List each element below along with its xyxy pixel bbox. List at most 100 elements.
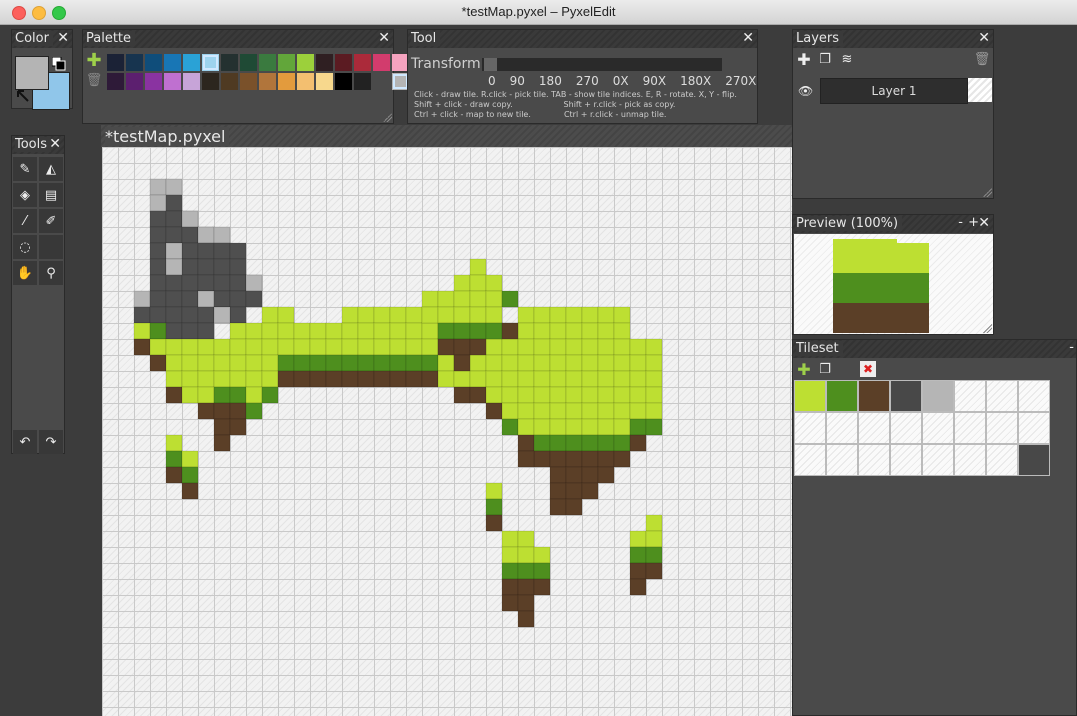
tileset-tile[interactable] bbox=[794, 380, 826, 412]
palette-swatch[interactable] bbox=[107, 73, 124, 90]
palette-swatch[interactable] bbox=[183, 73, 200, 90]
palette-swatch[interactable] bbox=[297, 73, 314, 90]
palette-swatch[interactable] bbox=[240, 73, 257, 90]
copy-tile-icon[interactable]: ❐ bbox=[816, 361, 834, 379]
palette-swatch[interactable] bbox=[259, 54, 276, 71]
fill-icon[interactable]: ◈ bbox=[13, 183, 37, 207]
tileset-tile[interactable] bbox=[890, 444, 922, 476]
palette-swatch[interactable] bbox=[259, 73, 276, 90]
tileset-tile[interactable] bbox=[954, 412, 986, 444]
palette-swatch[interactable] bbox=[335, 54, 352, 71]
tileset-tile[interactable] bbox=[986, 444, 1018, 476]
angle-option[interactable]: 90X bbox=[643, 74, 667, 88]
angle-option[interactable]: 90 bbox=[510, 74, 525, 88]
layer-row[interactable]: 👁 Layer 1 bbox=[794, 78, 992, 104]
merge-layer-icon[interactable]: ≋ bbox=[838, 51, 856, 69]
angle-option[interactable]: 270 bbox=[576, 74, 599, 88]
delete-color-icon[interactable]: 🗑 bbox=[85, 72, 103, 90]
palette-swatch[interactable] bbox=[278, 73, 295, 90]
tools-panel-close-icon[interactable]: ✕ bbox=[49, 136, 61, 152]
palette-swatch[interactable] bbox=[373, 54, 390, 71]
tool-panel-close-icon[interactable]: ✕ bbox=[742, 30, 754, 46]
brush-icon[interactable]: ✐ bbox=[39, 209, 63, 233]
add-tile-icon[interactable]: ✚ bbox=[795, 361, 813, 379]
tileset-tile[interactable] bbox=[826, 444, 858, 476]
delete-tile-icon[interactable]: ✖ bbox=[860, 361, 876, 377]
angle-option[interactable]: 270X bbox=[725, 74, 756, 88]
layer-name[interactable]: Layer 1 bbox=[820, 78, 968, 104]
pencil-icon[interactable]: ✎ bbox=[13, 157, 37, 181]
tileset-tile[interactable] bbox=[794, 412, 826, 444]
palette-swatch[interactable] bbox=[297, 54, 314, 71]
tileset-minimize-button[interactable]: - bbox=[1069, 340, 1074, 355]
tileset-tile[interactable] bbox=[954, 444, 986, 476]
tileset-tile[interactable] bbox=[1018, 444, 1050, 476]
tileset-tile[interactable] bbox=[922, 412, 954, 444]
angle-option[interactable]: 180 bbox=[539, 74, 562, 88]
tilemap-canvas[interactable] bbox=[102, 147, 792, 716]
palette-swatch[interactable] bbox=[107, 54, 124, 71]
palette-swatch[interactable] bbox=[373, 73, 390, 90]
hand-icon[interactable]: ✋ bbox=[13, 261, 37, 285]
primary-color-swatch[interactable] bbox=[15, 56, 49, 90]
tileset-tile[interactable] bbox=[1018, 380, 1050, 412]
palette-swatch[interactable] bbox=[145, 54, 162, 71]
palette-swatch[interactable] bbox=[354, 54, 371, 71]
stamp-icon[interactable]: ▤ bbox=[39, 183, 63, 207]
palette-swatch[interactable] bbox=[202, 54, 219, 71]
palette-swatch[interactable] bbox=[126, 54, 143, 71]
palette-swatch[interactable] bbox=[240, 54, 257, 71]
angle-option[interactable]: 0X bbox=[613, 74, 629, 88]
layers-panel-close-icon[interactable]: ✕ bbox=[978, 30, 990, 46]
tileset-tile[interactable] bbox=[986, 380, 1018, 412]
preview-resize-handle[interactable] bbox=[982, 323, 992, 333]
transform-slider[interactable] bbox=[482, 58, 722, 71]
tileset-tile[interactable] bbox=[954, 380, 986, 412]
palette-swatch[interactable] bbox=[335, 73, 352, 90]
undo-icon[interactable]: ↶ bbox=[13, 430, 37, 454]
eyedropper-icon[interactable]: ⁄ bbox=[13, 209, 37, 233]
tileset-tile[interactable] bbox=[986, 412, 1018, 444]
tileset-tile[interactable] bbox=[826, 412, 858, 444]
palette-swatch[interactable] bbox=[164, 54, 181, 71]
duplicate-layer-icon[interactable]: ❐ bbox=[816, 51, 834, 69]
palette-swatch[interactable] bbox=[316, 73, 333, 90]
tileset-tile[interactable] bbox=[890, 412, 922, 444]
preview-panel-close-icon[interactable]: ✕ bbox=[978, 215, 990, 231]
eraser-icon[interactable]: ◭ bbox=[39, 157, 63, 181]
redo-icon[interactable]: ↷ bbox=[39, 430, 63, 454]
reset-colors-icon[interactable] bbox=[16, 88, 30, 107]
preview-zoom-out-button[interactable]: - bbox=[958, 215, 963, 230]
palette-swatch[interactable] bbox=[221, 54, 238, 71]
palette-swatch[interactable] bbox=[183, 54, 200, 71]
tileset-tile[interactable] bbox=[794, 444, 826, 476]
tileset-tile[interactable] bbox=[858, 412, 890, 444]
tileset-tile[interactable] bbox=[1018, 412, 1050, 444]
layers-resize-handle[interactable] bbox=[982, 187, 992, 197]
angle-option[interactable]: 0 bbox=[488, 74, 496, 88]
eye-icon[interactable]: 👁 bbox=[798, 84, 813, 98]
delete-layer-icon[interactable]: 🗑 bbox=[973, 51, 991, 69]
select-icon[interactable]: ◌ bbox=[13, 235, 37, 259]
tileset-tile[interactable] bbox=[890, 380, 922, 412]
color-panel-close-icon[interactable]: ✕ bbox=[57, 30, 69, 46]
palette-panel-close-icon[interactable]: ✕ bbox=[378, 30, 390, 46]
palette-swatch[interactable] bbox=[221, 73, 238, 90]
palette-swatch[interactable] bbox=[145, 73, 162, 90]
palette-swatch[interactable] bbox=[164, 73, 181, 90]
add-layer-icon[interactable]: ✚ bbox=[795, 51, 813, 69]
tileset-tile[interactable] bbox=[922, 380, 954, 412]
palette-swatch[interactable] bbox=[278, 54, 295, 71]
palette-swatch[interactable] bbox=[354, 73, 371, 90]
tileset-tile[interactable] bbox=[858, 444, 890, 476]
palette-swatch[interactable] bbox=[202, 73, 219, 90]
palette-swatch[interactable] bbox=[316, 54, 333, 71]
tileset-tile[interactable] bbox=[922, 444, 954, 476]
swap-colors-icon[interactable] bbox=[51, 56, 66, 71]
palette-swatch[interactable] bbox=[126, 73, 143, 90]
angle-option[interactable]: 180X bbox=[680, 74, 711, 88]
zoom-icon[interactable]: ⚲ bbox=[39, 261, 63, 285]
tileset-tile[interactable] bbox=[858, 380, 890, 412]
tileset-tile[interactable] bbox=[826, 380, 858, 412]
add-color-icon[interactable]: ✚ bbox=[85, 52, 103, 70]
